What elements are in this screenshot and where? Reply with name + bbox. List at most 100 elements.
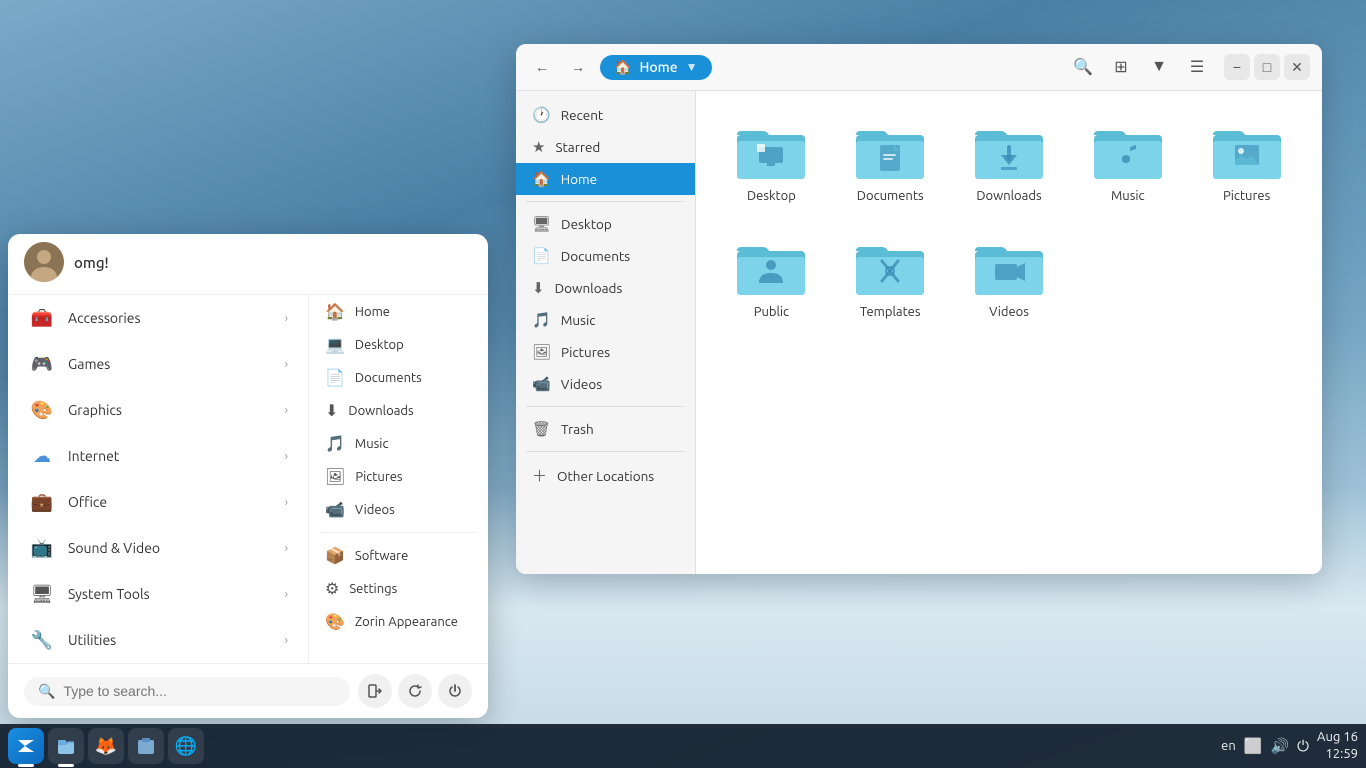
place-videos[interactable]: 📹 Videos [321, 493, 476, 526]
power-status-button[interactable]: ⏻ [1297, 738, 1309, 755]
sidebar-divider-3 [526, 451, 685, 452]
sidebar-item-starred[interactable]: ★ Starred [516, 131, 695, 163]
accessories-icon: 🧰 [28, 304, 56, 332]
sidebar-label-other: Other Locations [557, 468, 654, 484]
window-controls: − □ ✕ [1224, 54, 1310, 80]
category-office[interactable]: 💼 Office › [16, 479, 300, 525]
taskbar-firefox[interactable]: 🦊 [88, 728, 124, 764]
system-settings[interactable]: ⚙ Settings [321, 572, 476, 605]
category-graphics-label: Graphics [68, 402, 122, 418]
sidebar-item-recent[interactable]: 🕐 Recent [516, 99, 695, 131]
location-bar[interactable]: 🏠 Home ▼ [600, 55, 712, 80]
category-sound-video[interactable]: 📺 Sound & Video › [16, 525, 300, 571]
view-toggle-button[interactable]: ⊞ [1106, 52, 1136, 82]
places-system-list: 🏠 Home 💻 Desktop 📄 Documents ⬇ Downloads… [308, 295, 488, 663]
sidebar-item-documents[interactable]: 📄 Documents [516, 240, 695, 272]
category-internet[interactable]: ☁ Internet › [16, 433, 300, 479]
power-button[interactable] [438, 674, 472, 708]
place-downloads[interactable]: ⬇ Downloads [321, 394, 476, 427]
category-games-label: Games [68, 356, 110, 372]
category-system-tools-label: System Tools [68, 586, 150, 602]
place-pictures[interactable]: 🖼 Pictures [321, 460, 476, 493]
zorin-menu-button[interactable] [8, 728, 44, 764]
place-desktop[interactable]: 💻 Desktop [321, 328, 476, 361]
videos-place-icon: 📹 [325, 500, 345, 519]
music-icon: 🎵 [532, 311, 551, 329]
downloads-icon: ⬇ [532, 279, 545, 297]
folder-music[interactable]: Music [1072, 111, 1183, 211]
category-sound-video-label: Sound & Video [68, 540, 160, 556]
folder-music-icon [1092, 119, 1164, 183]
taskbar: 🦊 🌐 en ⬜ 🔊 ⏻ Aug 16 12:59 [0, 724, 1366, 768]
place-documents[interactable]: 📄 Documents [321, 361, 476, 394]
menu-button[interactable]: ☰ [1182, 52, 1212, 82]
sidebar-label-home: Home [561, 171, 597, 187]
sidebar-label-starred: Starred [555, 139, 600, 155]
category-games[interactable]: 🎮 Games › [16, 341, 300, 387]
sidebar-item-videos[interactable]: 📹 Videos [516, 368, 695, 400]
place-music[interactable]: 🎵 Music [321, 427, 476, 460]
sort-button[interactable]: ▼ [1144, 52, 1174, 82]
system-software-label: Software [355, 549, 408, 563]
sidebar-label-trash: Trash [561, 421, 594, 437]
folder-desktop[interactable]: Desktop [716, 111, 827, 211]
graphics-icon: 🎨 [28, 396, 56, 424]
search-button[interactable]: 🔍 [1068, 52, 1098, 82]
internet-icon: ☁ [28, 442, 56, 470]
chevron-right-icon: › [285, 496, 288, 509]
star-icon: ★ [532, 138, 545, 156]
sidebar-label-pictures: Pictures [561, 344, 610, 360]
desktop-icon: 🖥 [532, 215, 551, 233]
category-graphics[interactable]: 🎨 Graphics › [16, 387, 300, 433]
folder-desktop-label: Desktop [747, 189, 796, 203]
sidebar-item-home[interactable]: 🏠 Home [516, 163, 695, 195]
folder-templates[interactable]: Templates [835, 227, 946, 327]
chevron-right-icon: › [285, 588, 288, 601]
sidebar-item-other-locations[interactable]: ＋ Other Locations [516, 458, 695, 493]
app-menu: omg! 🧰 Accessories › 🎮 Games › 🎨 Graphic… [8, 234, 488, 718]
sidebar-item-desktop[interactable]: 🖥 Desktop [516, 208, 695, 240]
folder-documents[interactable]: Documents [835, 111, 946, 211]
volume-button[interactable]: 🔊 [1270, 737, 1289, 755]
taskbar-browser[interactable]: 🌐 [168, 728, 204, 764]
taskbar-file-manager[interactable] [48, 728, 84, 764]
back-button[interactable]: ← [528, 53, 556, 81]
folder-public[interactable]: Public [716, 227, 827, 327]
maximize-button[interactable]: □ [1254, 54, 1280, 80]
refresh-button[interactable] [398, 674, 432, 708]
minimize-button[interactable]: − [1224, 54, 1250, 80]
place-documents-label: Documents [355, 371, 422, 385]
system-software[interactable]: 📦 Software [321, 539, 476, 572]
logout-button[interactable] [358, 674, 392, 708]
taskbar-files[interactable] [128, 728, 164, 764]
category-utilities[interactable]: 🔧 Utilities › [16, 617, 300, 663]
place-home[interactable]: 🏠 Home [321, 295, 476, 328]
language-indicator: en [1221, 739, 1236, 753]
system-zorin-appearance-label: Zorin Appearance [355, 615, 458, 629]
close-button[interactable]: ✕ [1284, 54, 1310, 80]
time-label: 12:59 [1317, 746, 1358, 763]
folder-downloads[interactable]: Downloads [954, 111, 1065, 211]
file-manager-sidebar: 🕐 Recent ★ Starred 🏠 Home 🖥 Desktop 📄 Do… [516, 91, 696, 574]
trash-icon: 🗑 [532, 420, 551, 438]
sidebar-item-downloads[interactable]: ⬇ Downloads [516, 272, 695, 304]
windows-button[interactable]: ⬜ [1244, 737, 1263, 755]
categories-list: 🧰 Accessories › 🎮 Games › 🎨 Graphics › ☁… [8, 295, 308, 663]
system-zorin-appearance[interactable]: 🎨 Zorin Appearance [321, 605, 476, 638]
search-input[interactable] [63, 683, 336, 699]
search-icon: 🔍 [38, 683, 55, 700]
sidebar-item-trash[interactable]: 🗑 Trash [516, 413, 695, 445]
sidebar-item-music[interactable]: 🎵 Music [516, 304, 695, 336]
folder-videos[interactable]: Videos [954, 227, 1065, 327]
category-accessories[interactable]: 🧰 Accessories › [16, 295, 300, 341]
forward-button[interactable]: → [564, 53, 592, 81]
folder-pictures[interactable]: Pictures [1191, 111, 1302, 211]
chevron-right-icon: › [285, 312, 288, 325]
documents-place-icon: 📄 [325, 368, 345, 387]
category-system-tools[interactable]: 🖥 System Tools › [16, 571, 300, 617]
games-icon: 🎮 [28, 350, 56, 378]
sound-video-icon: 📺 [28, 534, 56, 562]
user-avatar [24, 242, 64, 282]
sidebar-item-pictures[interactable]: 🖼 Pictures [516, 336, 695, 368]
app-menu-columns: 🧰 Accessories › 🎮 Games › 🎨 Graphics › ☁… [8, 295, 488, 663]
